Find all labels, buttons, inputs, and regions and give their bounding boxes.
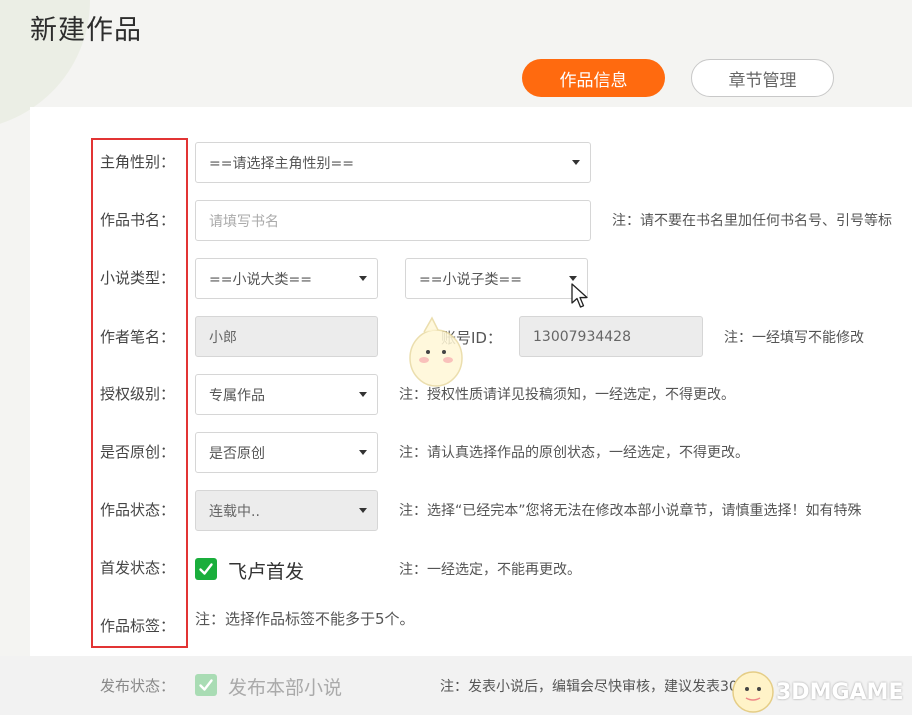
chevron-down-icon <box>359 507 367 513</box>
book-name-input[interactable]: 请填写书名 <box>195 200 591 241</box>
chevron-down-icon <box>572 159 580 165</box>
chevron-down-icon <box>359 449 367 455</box>
check-icon <box>199 679 213 691</box>
mascot-decoration-icon <box>409 316 463 387</box>
first-publish-checkbox[interactable] <box>195 558 217 580</box>
account-id-input: 13007934428 <box>519 316 703 357</box>
tags-note: 注：选择作品标签不能多于5个。 <box>195 610 415 628</box>
novel-sub-category-select[interactable]: ==小说子类== <box>405 258 588 299</box>
watermark-mascot-icon <box>732 671 774 713</box>
book-name-placeholder: 请填写书名 <box>209 213 279 230</box>
check-icon <box>199 563 213 575</box>
chevron-down-icon <box>359 275 367 281</box>
novel-sub-category-value: ==小说子类== <box>419 271 522 288</box>
page-title: 新建作品 <box>30 15 142 46</box>
tab-chapter-management[interactable]: 章节管理 <box>691 59 834 97</box>
book-name-note: 注：请不要在书名里加任何书名号、引号等标 <box>612 213 892 229</box>
original-select[interactable]: 是否原创 <box>195 432 378 473</box>
work-status-note: 注：选择“已经完本”您将无法在修改本部小说章节，请慎重选择！如有特殊 <box>399 503 862 519</box>
publish-checkbox-label[interactable]: 发布本部小说 <box>228 673 342 700</box>
license-select[interactable]: 专属作品 <box>195 374 378 415</box>
novel-main-category-value: ==小说大类== <box>209 271 312 288</box>
pen-name-note: 注：一经填写不能修改 <box>724 330 864 346</box>
first-publish-note: 注：一经选定，不能再更改。 <box>399 562 581 578</box>
publish-status-label: 发布状态： <box>100 677 176 695</box>
publish-note: 注：发表小说后，编辑会尽快审核，建议发表3000以上字后 <box>440 679 770 695</box>
original-select-value: 是否原创 <box>209 445 265 462</box>
watermark-text: 3DMGAME <box>776 680 904 705</box>
chevron-down-icon <box>569 275 577 281</box>
gender-select[interactable]: ==请选择主角性别== <box>195 142 591 183</box>
tab-work-info[interactable]: 作品信息 <box>522 59 665 97</box>
novel-main-category-select[interactable]: ==小说大类== <box>195 258 378 299</box>
mouse-cursor-icon <box>571 283 588 308</box>
gender-select-value: ==请选择主角性别== <box>209 155 354 172</box>
license-select-value: 专属作品 <box>209 387 265 404</box>
original-note: 注：请认真选择作品的原创状态，一经选定，不得更改。 <box>399 445 749 461</box>
pen-name-value: 小郎 <box>209 329 237 346</box>
chevron-down-icon <box>359 391 367 397</box>
first-publish-checkbox-label[interactable]: 飞卢首发 <box>228 557 304 584</box>
work-status-select: 连载中.. <box>195 490 378 531</box>
account-id-value: 13007934428 <box>533 328 631 345</box>
pen-name-input: 小郎 <box>195 316 378 357</box>
work-status-value: 连载中.. <box>209 503 260 520</box>
highlight-box <box>91 138 188 648</box>
publish-checkbox[interactable] <box>195 674 217 696</box>
